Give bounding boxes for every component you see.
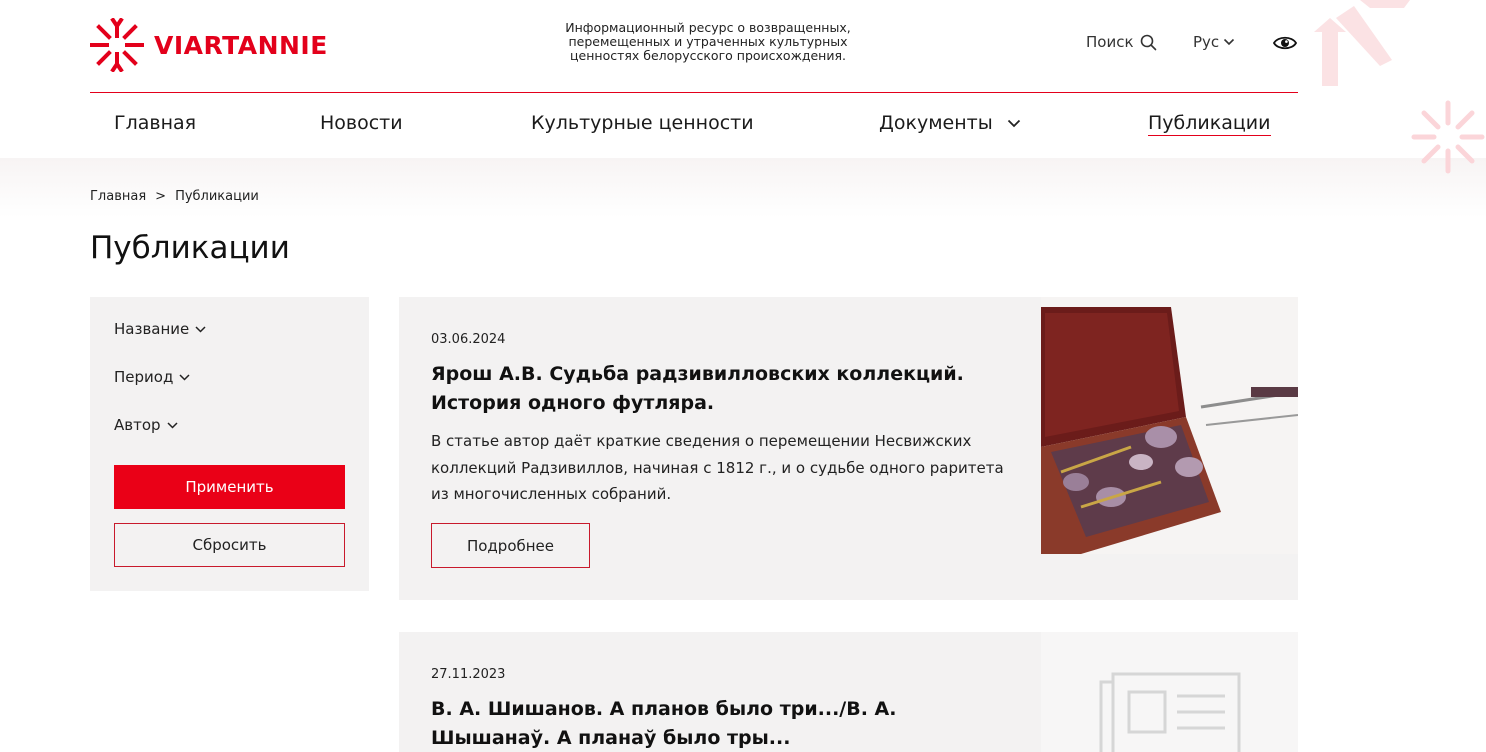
filter-label: Автор — [114, 416, 161, 434]
publication-thumbnail-placeholder[interactable] — [1041, 632, 1298, 752]
apply-button[interactable]: Применить — [114, 465, 345, 509]
nav-item-label: Документы — [879, 112, 993, 134]
search-icon — [1140, 34, 1156, 50]
logo-star-icon — [90, 18, 144, 72]
background-band — [0, 158, 1486, 218]
site-logo[interactable]: VIARTANNIE — [90, 18, 328, 72]
publication-title[interactable]: В. А. Шишанов. А планов было три.../В. А… — [431, 695, 1021, 752]
reset-button[interactable]: Сбросить — [114, 523, 345, 567]
case-with-cutlery-image — [1041, 297, 1298, 554]
document-placeholder-icon — [1099, 672, 1241, 752]
language-label: Рус — [1193, 33, 1220, 51]
main-nav: Главная Новости Культурные ценности Доку… — [90, 112, 1298, 142]
publication-date: 03.06.2024 — [431, 332, 506, 347]
filter-period-dropdown[interactable]: Период — [114, 368, 190, 386]
more-button[interactable]: Подробнее — [431, 523, 590, 568]
publication-card: 03.06.2024 Ярош А.В. Судьба радзивилловс… — [399, 297, 1298, 600]
nav-item-cultural-values[interactable]: Культурные ценности — [531, 112, 754, 134]
nav-item-publications[interactable]: Публикации — [1148, 112, 1271, 136]
page-title: Публикации — [90, 230, 290, 266]
search-label: Поиск — [1086, 33, 1134, 51]
publication-title[interactable]: Ярош А.В. Судьба радзивилловских коллекц… — [431, 360, 1021, 418]
breadcrumb: Главная > Публикации — [90, 189, 259, 204]
eye-icon[interactable] — [1273, 34, 1297, 52]
chevron-down-icon — [195, 325, 206, 333]
decorative-logo-mark-icon — [1314, 0, 1485, 174]
chevron-down-icon — [179, 373, 190, 381]
chevron-down-icon — [1007, 119, 1020, 127]
breadcrumb-current: Публикации — [175, 189, 259, 204]
nav-item-label: Публикации — [1148, 112, 1271, 136]
nav-item-label: Главная — [114, 112, 197, 134]
filter-author-dropdown[interactable]: Автор — [114, 416, 178, 434]
nav-item-home[interactable]: Главная — [114, 112, 196, 134]
publication-thumbnail[interactable] — [1041, 297, 1298, 554]
site-tagline: Информационный ресурс о возвращенных, пе… — [565, 20, 851, 63]
search-button[interactable]: Поиск — [1086, 33, 1157, 51]
publication-date: 27.11.2023 — [431, 667, 506, 682]
filter-label: Период — [114, 368, 174, 386]
publication-card: 27.11.2023 В. А. Шишанов. А планов было … — [399, 632, 1298, 752]
language-select[interactable]: Рус — [1193, 33, 1235, 51]
publication-description: В статье автор даёт краткие сведения о п… — [431, 432, 1004, 503]
filter-title-dropdown[interactable]: Название — [114, 320, 206, 338]
breadcrumb-separator: > — [155, 189, 167, 204]
nav-item-label: Новости — [320, 112, 403, 134]
chevron-down-icon — [167, 421, 178, 429]
filters-panel: Название Период Автор Применить Сбросить — [90, 297, 369, 591]
logo-text: VIARTANNIE — [154, 30, 328, 60]
nav-item-documents[interactable]: Документы — [879, 112, 1021, 134]
header-divider — [90, 92, 1298, 93]
filter-label: Название — [114, 320, 190, 338]
breadcrumb-home-link[interactable]: Главная — [90, 189, 146, 204]
chevron-down-icon — [1224, 38, 1235, 46]
nav-item-label: Культурные ценности — [531, 112, 754, 134]
nav-item-news[interactable]: Новости — [320, 112, 403, 134]
